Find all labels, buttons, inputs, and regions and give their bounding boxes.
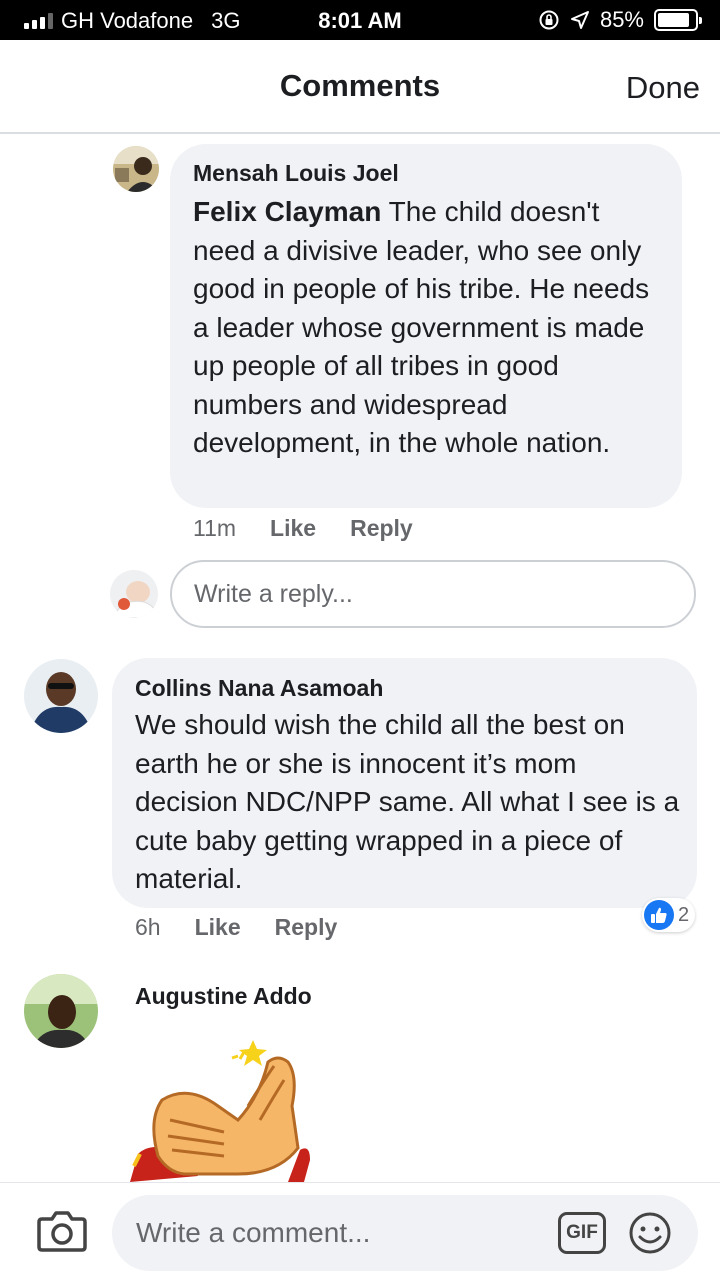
battery-icon (654, 9, 702, 31)
location-arrow-icon (570, 11, 589, 29)
status-bar: GH Vodafone 3G 8:01 AM 85% (0, 0, 720, 40)
comments-header: Comments Done (0, 40, 720, 134)
status-right: 85% (538, 7, 702, 33)
like-reaction-icon (644, 900, 674, 930)
comment-time: 11m (193, 515, 237, 541)
rotation-lock-icon (539, 10, 559, 30)
comment-input-placeholder: Write a comment... (136, 1217, 371, 1248)
reply-input[interactable]: Write a reply... (170, 560, 696, 628)
like-button[interactable]: Like (195, 914, 241, 941)
gif-button[interactable]: GIF (558, 1212, 606, 1254)
comment-actions: 11m Like Reply (193, 515, 413, 542)
avatar-collins[interactable] (24, 659, 98, 733)
current-user-avatar (110, 570, 158, 618)
emoji-button[interactable] (628, 1211, 672, 1255)
comment-input[interactable]: Write a comment... GIF (112, 1195, 698, 1271)
comment-composer: Write a comment... GIF (0, 1182, 720, 1280)
battery-percent: 85% (599, 7, 644, 32)
mention-link[interactable]: Felix Clayman (193, 196, 381, 227)
avatar-mensah[interactable] (113, 146, 159, 192)
clapping-hands-sticker (128, 1036, 318, 1182)
like-button[interactable]: Like (270, 515, 316, 542)
camera-icon (37, 1211, 87, 1252)
comment-author[interactable]: Augustine Addo (135, 983, 312, 1010)
done-button[interactable]: Done (626, 70, 700, 106)
avatar-augustine[interactable] (24, 974, 98, 1048)
camera-button[interactable] (36, 1205, 88, 1257)
comment-body: The child doesn't need a divisive leader… (193, 196, 650, 458)
smiley-icon (629, 1212, 671, 1254)
comment-time: 6h (135, 914, 161, 940)
reply-button[interactable]: Reply (350, 515, 413, 542)
comment-body: We should wish the child all the best on… (135, 709, 680, 894)
comment-actions: 6h Like Reply (135, 914, 337, 941)
comment-text: Felix Clayman The child doesn't need a d… (193, 193, 668, 463)
comment-author[interactable]: Mensah Louis Joel (193, 160, 399, 187)
page-title: Comments (279, 68, 441, 103)
comment-author[interactable]: Collins Nana Asamoah (135, 675, 383, 702)
reaction-count: 2 (678, 903, 690, 926)
reply-button[interactable]: Reply (275, 914, 338, 941)
reaction-summary[interactable]: 2 (642, 898, 696, 932)
